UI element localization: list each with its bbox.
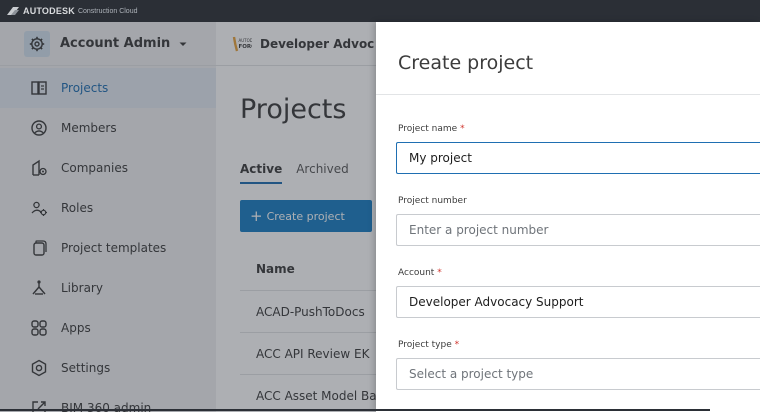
label-text: Project name bbox=[398, 124, 458, 134]
account-select[interactable]: Developer Advocacy Support bbox=[396, 286, 760, 318]
autodesk-logo-icon bbox=[7, 7, 19, 15]
project-name-label: Project name * bbox=[398, 124, 465, 134]
project-type-select[interactable]: Select a project type bbox=[396, 358, 760, 390]
project-number-placeholder: Enter a project number bbox=[409, 223, 549, 237]
create-project-panel: Create project Project name * My project… bbox=[376, 22, 760, 412]
label-text: Account bbox=[398, 268, 435, 278]
required-marker: * bbox=[460, 124, 465, 134]
label-text: Project type bbox=[398, 340, 452, 350]
project-name-value: My project bbox=[409, 151, 472, 165]
required-marker: * bbox=[454, 340, 460, 350]
panel-title: Create project bbox=[398, 52, 534, 74]
project-type-label: Project type * bbox=[398, 340, 459, 350]
project-number-input[interactable]: Enter a project number bbox=[396, 214, 760, 246]
brand-name: AUTODESK bbox=[23, 6, 75, 16]
divider bbox=[376, 94, 760, 95]
project-type-placeholder: Select a project type bbox=[409, 367, 534, 381]
project-name-input[interactable]: My project bbox=[396, 142, 760, 174]
account-value: Developer Advocacy Support bbox=[409, 295, 584, 309]
top-bar: AUTODESK Construction Cloud bbox=[0, 0, 760, 22]
required-marker: * bbox=[437, 268, 442, 278]
brand-subtitle: Construction Cloud bbox=[77, 7, 138, 15]
account-label: Account * bbox=[398, 268, 442, 278]
project-number-label: Project number bbox=[398, 196, 467, 206]
bottom-divider bbox=[0, 409, 710, 411]
modal-backdrop[interactable] bbox=[0, 22, 376, 412]
